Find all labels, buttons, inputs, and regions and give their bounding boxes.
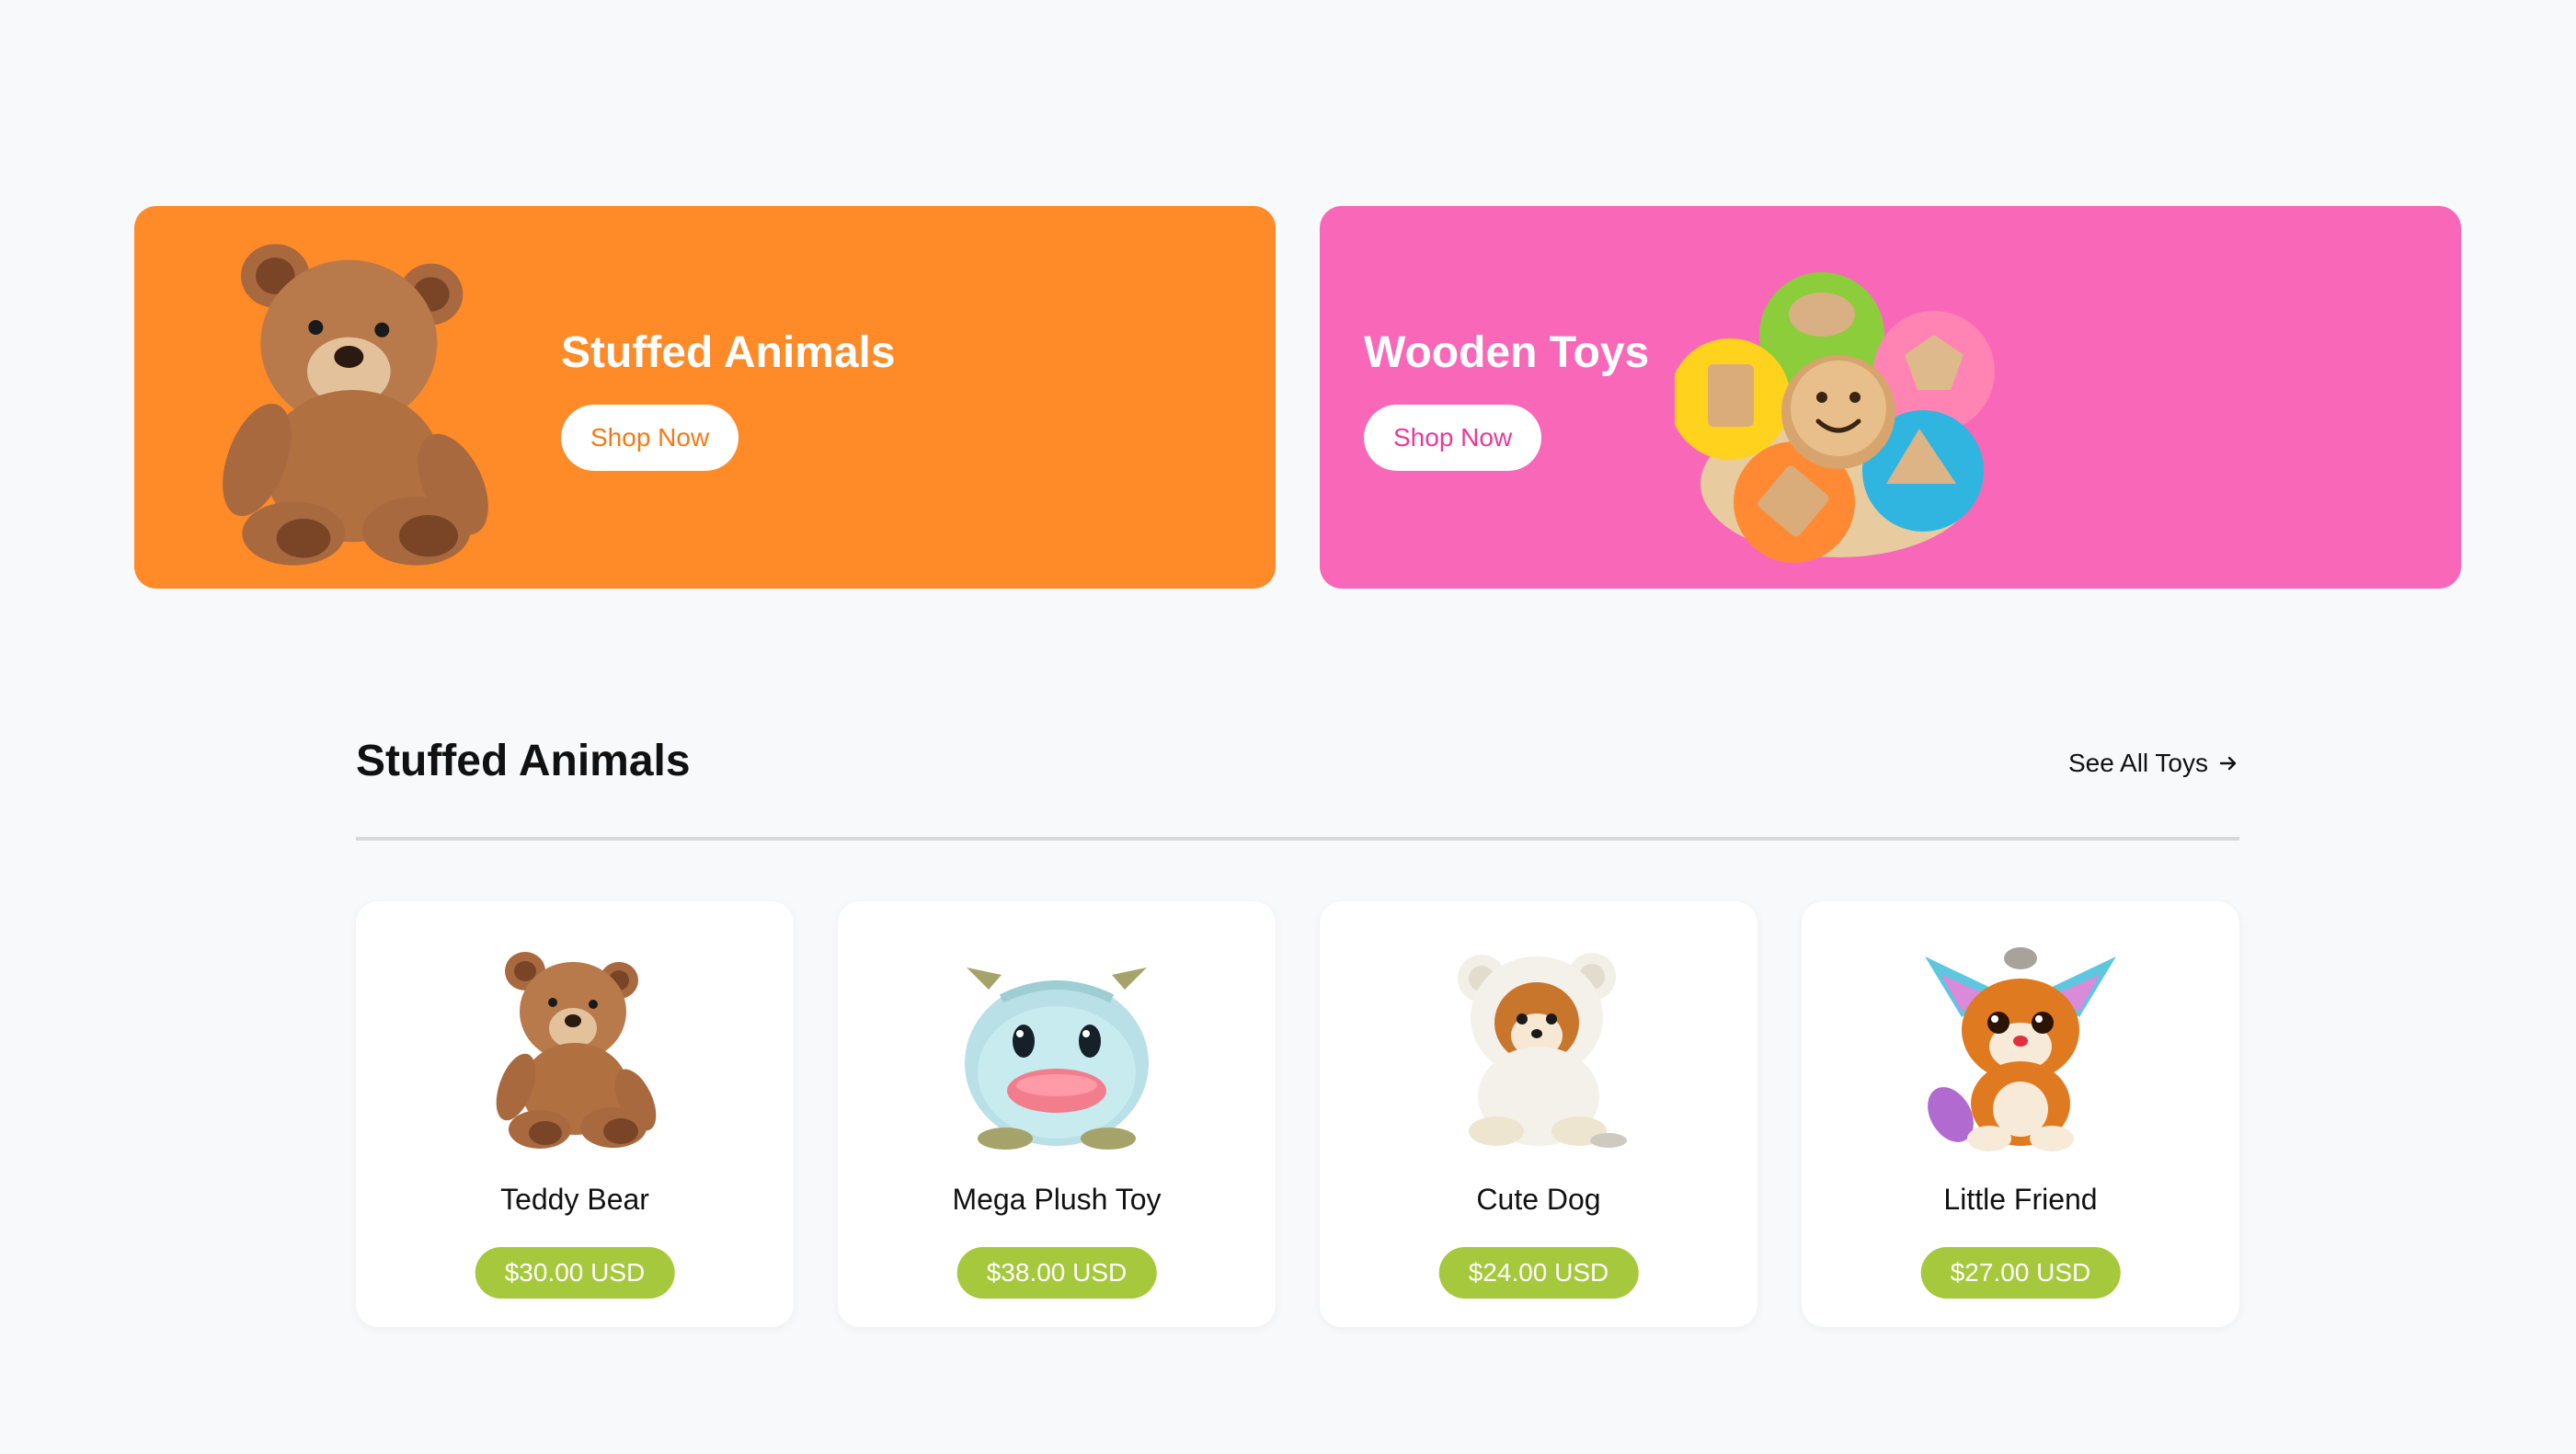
section-divider: [356, 837, 2239, 841]
product-name: Mega Plush Toy: [952, 1183, 1162, 1216]
stuffed-animals-banner[interactable]: Stuffed Animals Shop Now: [134, 206, 1276, 589]
product-card[interactable]: Little Friend $27.00 USD: [1802, 901, 2239, 1327]
product-card[interactable]: Cute Dog $24.00 USD: [1320, 901, 1757, 1327]
product-name: Teddy Bear: [500, 1183, 649, 1216]
wooden-toys-banner[interactable]: Wooden Toys Shop Now: [1320, 206, 2461, 589]
page: Stuffed Animals Shop Now Wooden Toys Sho…: [0, 0, 2576, 1454]
arrow-right-icon: [2219, 756, 2237, 771]
product-name: Little Friend: [1943, 1183, 2098, 1216]
price-badge: $27.00 USD: [1920, 1247, 2121, 1299]
plush-fox-image: [1925, 947, 2116, 1151]
plush-dog-image: [1458, 953, 1627, 1148]
price-badge: $30.00 USD: [475, 1247, 675, 1299]
shop-now-button[interactable]: Shop Now: [1364, 405, 1542, 471]
banner-title: Wooden Toys: [1364, 328, 1650, 377]
teddy-bear-image: [496, 952, 657, 1149]
banner-title: Stuffed Animals: [561, 328, 896, 377]
wooden-shape-sorter-image: [1675, 272, 1995, 563]
plush-monster-image: [965, 967, 1149, 1150]
product-card[interactable]: Teddy Bear $30.00 USD: [356, 901, 794, 1327]
teddy-bear-image: [223, 244, 488, 566]
see-all-label: See All Toys: [2067, 749, 2208, 777]
price-badge: $24.00 USD: [1438, 1247, 1639, 1299]
product-name: Cute Dog: [1476, 1183, 1601, 1216]
see-all-toys-link[interactable]: See All Toys: [2068, 749, 2239, 778]
shop-now-button[interactable]: Shop Now: [561, 405, 739, 471]
section-title: Stuffed Animals: [356, 737, 691, 785]
price-badge: $38.00 USD: [956, 1247, 1157, 1299]
product-card[interactable]: Mega Plush Toy $38.00 USD: [838, 901, 1276, 1327]
